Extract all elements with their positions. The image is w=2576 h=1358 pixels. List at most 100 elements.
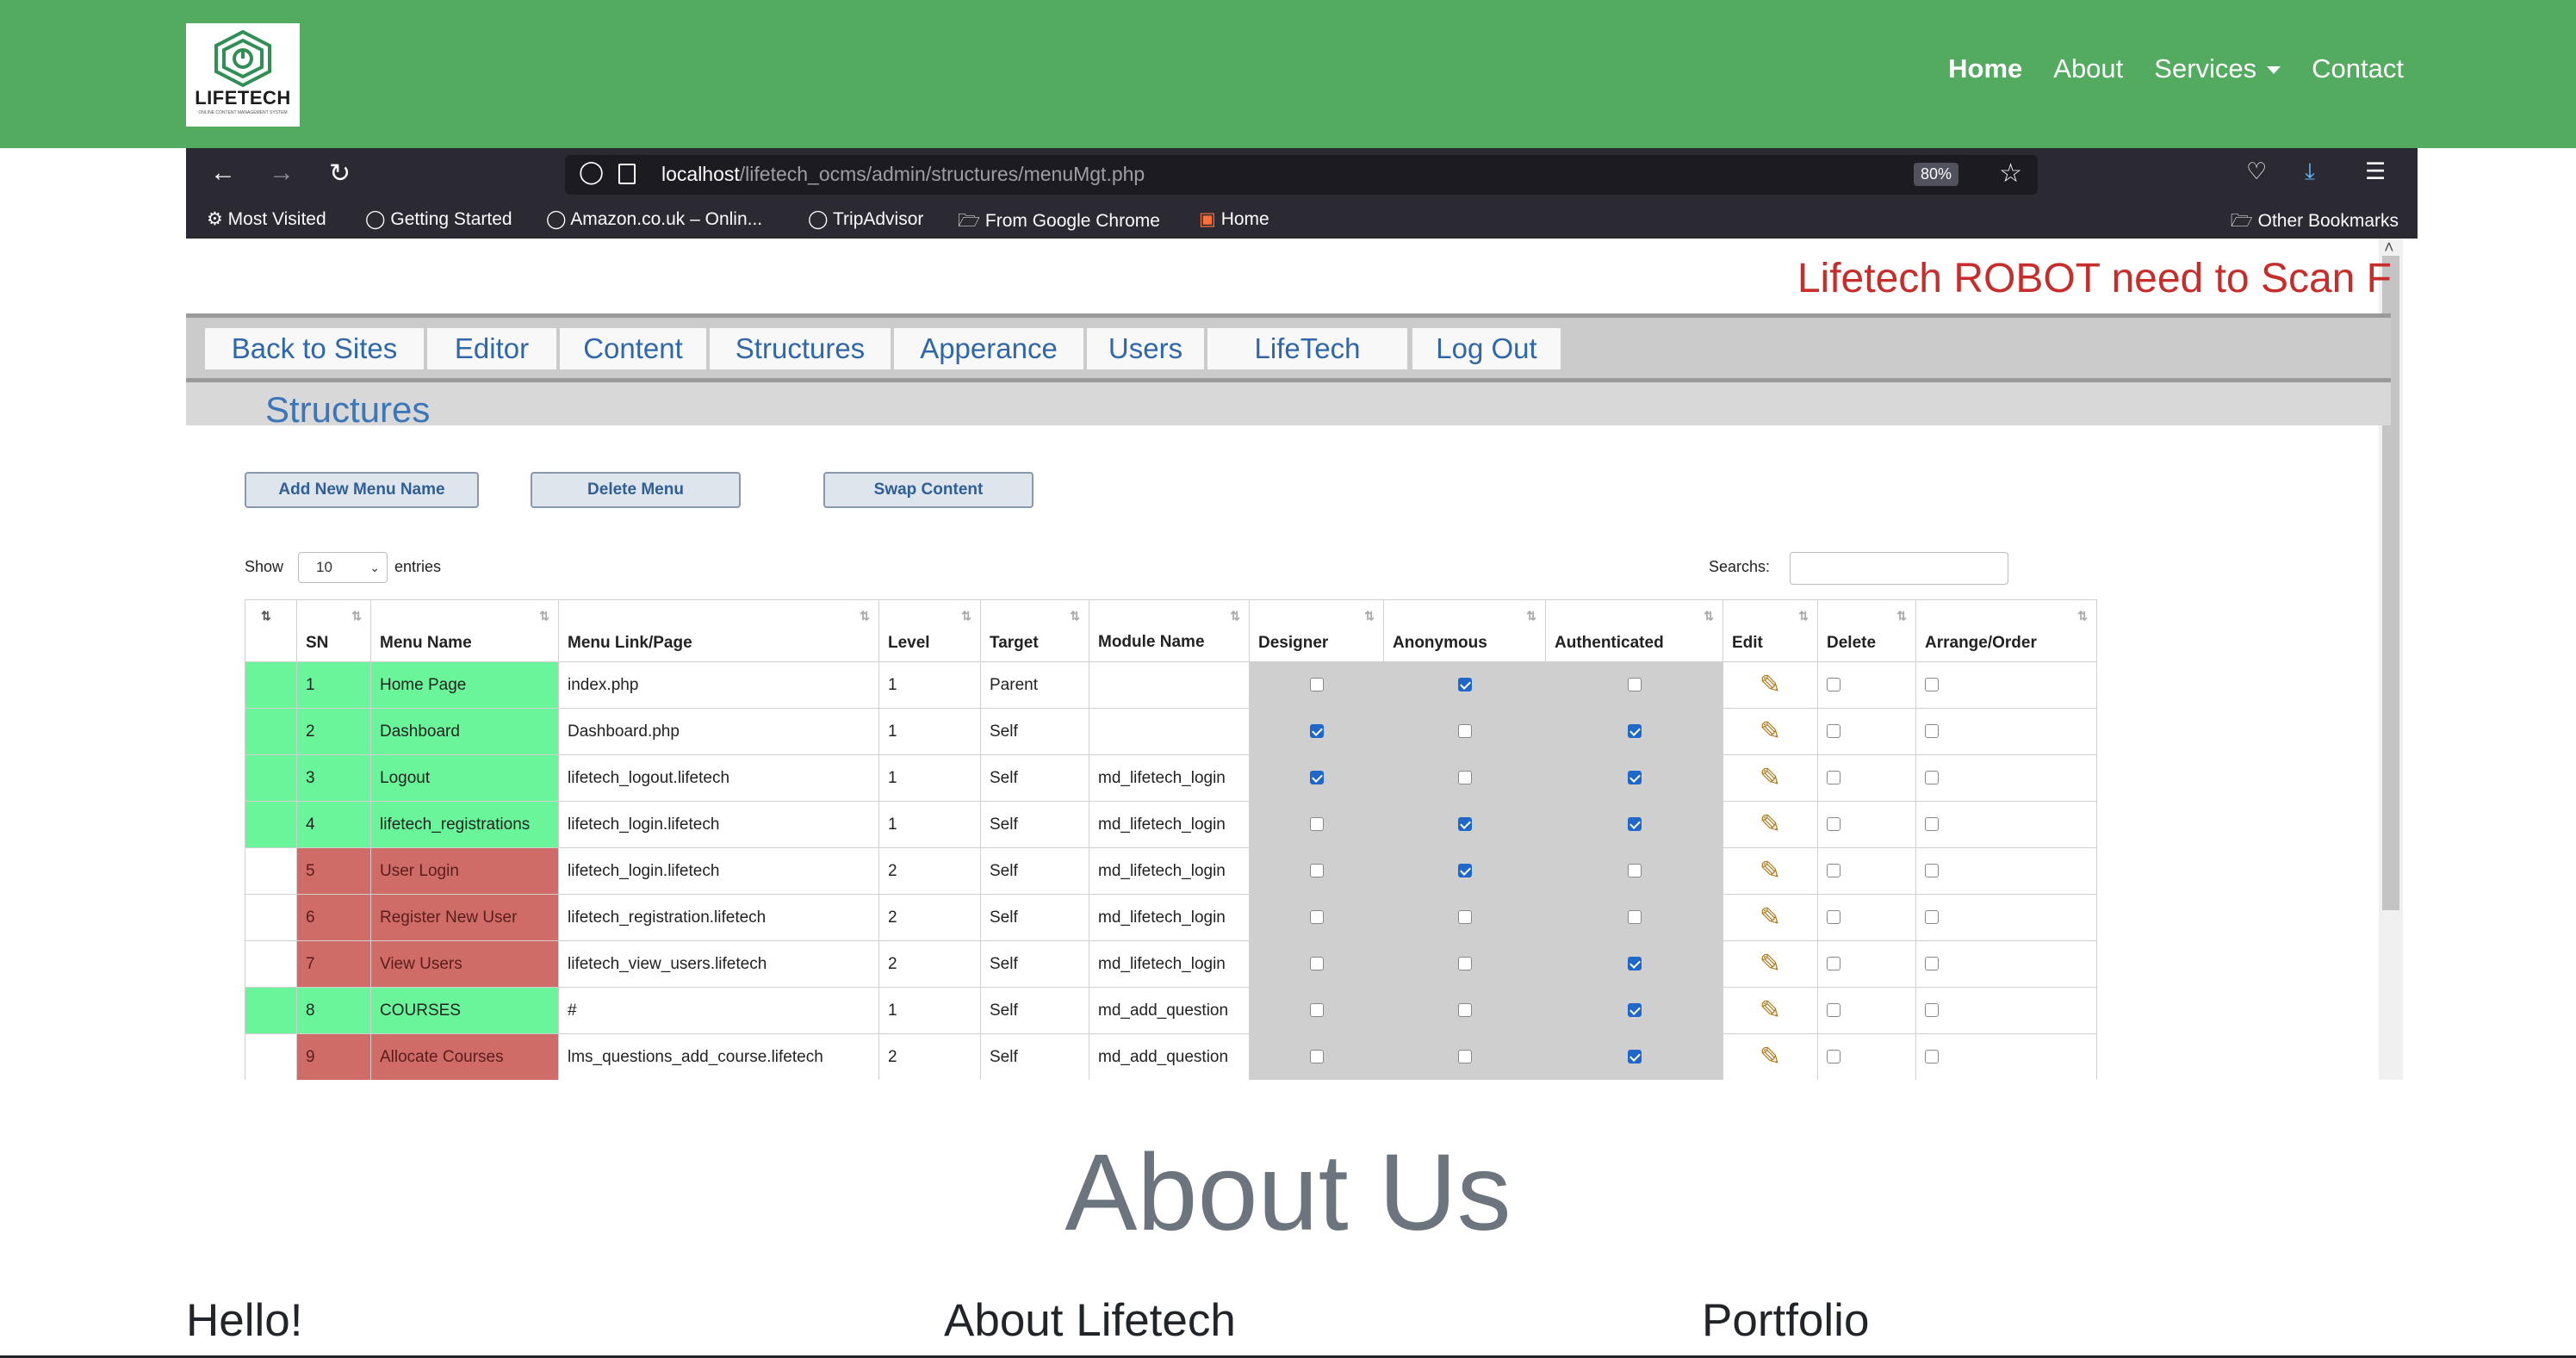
bookmark-from-google-chrome[interactable]: 🗁 From Google Chrome xyxy=(958,208,1160,239)
menu-link-cell[interactable]: lifetech_view_users.lifetech xyxy=(558,940,879,988)
arrange-checkbox[interactable] xyxy=(1925,1050,1939,1064)
designer-checkbox[interactable] xyxy=(1309,1003,1324,1018)
pencil-edit-icon[interactable]: ✎ xyxy=(1760,997,1781,1024)
col-edit[interactable]: Edit ⇅ xyxy=(1723,599,1818,662)
bookmark-most-visited[interactable]: ⚙ Most Visited xyxy=(207,208,326,230)
menu-content[interactable]: Content xyxy=(560,328,706,369)
bookmark-amazon[interactable]: ◯ Amazon.co.uk – Onlin... xyxy=(546,208,762,230)
delete-checkbox[interactable] xyxy=(1827,910,1840,925)
col-level[interactable]: Level ⇅ xyxy=(878,599,981,662)
arrange-checkbox[interactable] xyxy=(1925,724,1939,739)
zoom-badge[interactable]: 80% xyxy=(1913,163,1958,186)
menu-lifetech[interactable]: LifeTech xyxy=(1207,328,1407,369)
designer-checkbox[interactable] xyxy=(1309,771,1324,785)
delete-checkbox[interactable] xyxy=(1827,957,1840,971)
pencil-edit-icon[interactable]: ✎ xyxy=(1760,765,1781,791)
nav-about[interactable]: About xyxy=(2053,53,2123,84)
col-menu-name[interactable]: Menu Name ⇅ xyxy=(370,599,559,662)
entries-select[interactable]: 10 ⌄ xyxy=(298,552,388,583)
nav-home[interactable]: Home xyxy=(1948,53,2022,84)
authenticated-checkbox[interactable] xyxy=(1627,957,1642,971)
designer-checkbox[interactable] xyxy=(1309,957,1324,971)
anonymous-checkbox[interactable] xyxy=(1457,771,1472,785)
add-menu-button[interactable]: Add New Menu Name xyxy=(245,472,479,508)
bookmark-tripadvisor[interactable]: ◯ TripAdvisor xyxy=(808,208,923,230)
nav-services[interactable]: Services xyxy=(2154,53,2281,84)
arrange-checkbox[interactable] xyxy=(1925,864,1939,878)
menu-apperance[interactable]: Apperance xyxy=(894,328,1083,369)
delete-menu-button[interactable]: Delete Menu xyxy=(531,472,741,508)
authenticated-checkbox[interactable] xyxy=(1627,771,1642,785)
delete-checkbox[interactable] xyxy=(1827,817,1840,832)
pencil-edit-icon[interactable]: ✎ xyxy=(1760,904,1781,931)
download-icon[interactable]: ⤓ xyxy=(2305,158,2315,186)
designer-checkbox[interactable] xyxy=(1309,678,1324,692)
nav-contact[interactable]: Contact xyxy=(2312,53,2404,84)
designer-checkbox[interactable] xyxy=(1309,817,1324,832)
authenticated-checkbox[interactable] xyxy=(1627,910,1642,925)
anonymous-checkbox[interactable] xyxy=(1457,957,1472,971)
pencil-edit-icon[interactable]: ✎ xyxy=(1760,811,1781,838)
reload-icon[interactable]: ↻ xyxy=(329,158,351,189)
col-arrange-order[interactable]: Arrange/Order ⇅ xyxy=(1915,599,2097,662)
pencil-edit-icon[interactable]: ✎ xyxy=(1760,1044,1781,1070)
col-designer[interactable]: Designer ⇅ xyxy=(1249,599,1384,662)
pencil-edit-icon[interactable]: ✎ xyxy=(1760,858,1781,884)
anonymous-checkbox[interactable] xyxy=(1457,864,1472,878)
menu-link-cell[interactable]: lifetech_login.lifetech xyxy=(558,801,879,848)
delete-checkbox[interactable] xyxy=(1827,1050,1840,1064)
anonymous-checkbox[interactable] xyxy=(1457,1050,1472,1064)
authenticated-checkbox[interactable] xyxy=(1627,1050,1642,1064)
authenticated-checkbox[interactable] xyxy=(1627,1003,1642,1018)
pencil-edit-icon[interactable]: ✎ xyxy=(1760,951,1781,977)
menu-link-cell[interactable]: # xyxy=(558,987,879,1034)
menu-link-cell[interactable]: lms_questions_add_course.lifetech xyxy=(558,1033,879,1080)
anonymous-checkbox[interactable] xyxy=(1457,1003,1472,1018)
anonymous-checkbox[interactable] xyxy=(1457,817,1472,832)
menu-users[interactable]: Users xyxy=(1087,328,1204,369)
url-bar[interactable]: ◯ localhost/lifetech_ocms/admin/structur… xyxy=(565,155,2038,195)
menu-back-to-sites[interactable]: Back to Sites xyxy=(205,328,424,369)
designer-checkbox[interactable] xyxy=(1309,910,1324,925)
menu-link-cell[interactable]: lifetech_registration.lifetech xyxy=(558,894,879,941)
col-authenticated[interactable]: Authenticated ⇅ xyxy=(1545,599,1723,662)
search-input[interactable] xyxy=(1790,552,2008,585)
bookmark-home[interactable]: ▣ Home xyxy=(1199,208,1269,230)
back-arrow-icon[interactable]: ← xyxy=(210,158,236,188)
designer-checkbox[interactable] xyxy=(1309,724,1324,739)
delete-checkbox[interactable] xyxy=(1827,678,1840,692)
col-select-all[interactable]: ⇅ xyxy=(245,599,297,662)
arrange-checkbox[interactable] xyxy=(1925,771,1939,785)
other-bookmarks[interactable]: 🗁 Other Bookmarks xyxy=(2231,208,2399,239)
arrange-checkbox[interactable] xyxy=(1925,910,1939,925)
menu-link-cell[interactable]: Dashboard.php xyxy=(558,708,879,755)
col-delete[interactable]: Delete ⇅ xyxy=(1817,599,1916,662)
authenticated-checkbox[interactable] xyxy=(1627,817,1642,832)
col-sn[interactable]: SN ⇅ xyxy=(296,599,371,662)
delete-checkbox[interactable] xyxy=(1827,864,1840,878)
pencil-edit-icon[interactable]: ✎ xyxy=(1760,672,1781,698)
anonymous-checkbox[interactable] xyxy=(1457,724,1472,739)
menu-structures[interactable]: Structures xyxy=(710,328,891,369)
authenticated-checkbox[interactable] xyxy=(1627,864,1642,878)
col-target[interactable]: Target ⇅ xyxy=(980,599,1089,662)
delete-checkbox[interactable] xyxy=(1827,771,1840,785)
delete-checkbox[interactable] xyxy=(1827,724,1840,739)
arrange-checkbox[interactable] xyxy=(1925,817,1939,832)
col-module-name[interactable]: Module Name ⇅ xyxy=(1089,599,1250,662)
authenticated-checkbox[interactable] xyxy=(1627,678,1642,692)
arrange-checkbox[interactable] xyxy=(1925,678,1939,692)
bookmark-getting-started[interactable]: ◯ Getting Started xyxy=(365,208,512,230)
menu-log-out[interactable]: Log Out xyxy=(1412,328,1561,369)
forward-arrow-icon[interactable]: → xyxy=(269,158,295,188)
designer-checkbox[interactable] xyxy=(1309,1050,1324,1064)
bookmark-star-icon[interactable]: ☆ xyxy=(1999,158,2022,189)
menu-link-cell[interactable]: lifetech_login.lifetech xyxy=(558,847,879,895)
swap-content-button[interactable]: Swap Content xyxy=(823,472,1034,508)
col-anonymous[interactable]: Anonymous ⇅ xyxy=(1383,599,1546,662)
pocket-icon[interactable]: ♡ xyxy=(2246,158,2267,185)
col-menu-link[interactable]: Menu Link/Page ⇅ xyxy=(558,599,879,662)
designer-checkbox[interactable] xyxy=(1309,864,1324,878)
authenticated-checkbox[interactable] xyxy=(1627,724,1642,739)
menu-editor[interactable]: Editor xyxy=(427,328,556,369)
